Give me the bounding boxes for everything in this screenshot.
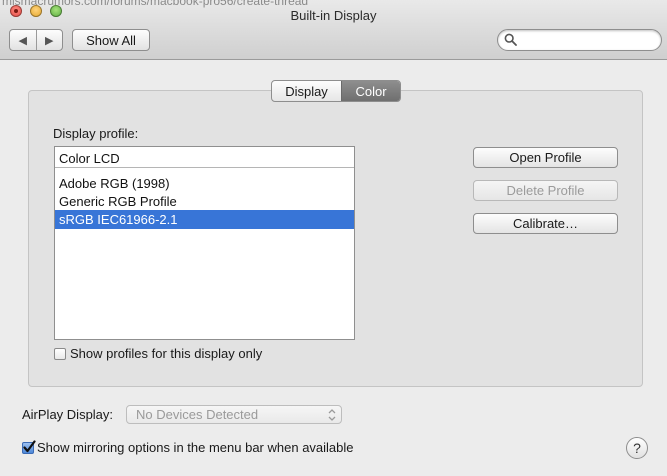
show-profiles-label: Show profiles for this display only xyxy=(70,346,263,361)
profile-list[interactable]: Color LCD Adobe RGB (1998) Generic RGB P… xyxy=(54,146,355,340)
back-forward-control: ◀ ▶ xyxy=(9,29,63,51)
open-profile-button[interactable]: Open Profile xyxy=(473,147,618,168)
calibrate-button[interactable]: Calibrate… xyxy=(473,213,618,234)
list-item[interactable]: Color LCD xyxy=(55,149,354,168)
mirroring-option[interactable]: Show mirroring options in the menu bar w… xyxy=(22,439,354,455)
left-arrow-icon: ◀ xyxy=(18,34,27,47)
right-arrow-icon: ▶ xyxy=(45,34,54,47)
list-item[interactable]: Generic RGB Profile xyxy=(55,192,354,211)
window-title: Built-in Display xyxy=(290,8,377,23)
tab-display[interactable]: Display xyxy=(272,81,341,101)
search-icon xyxy=(504,33,517,46)
mirroring-label: Show mirroring options in the menu bar w… xyxy=(37,440,354,455)
list-item-selected[interactable]: sRGB IEC61966-2.1 xyxy=(55,210,354,229)
search-field[interactable] xyxy=(497,29,662,51)
show-profiles-option[interactable]: Show profiles for this display only xyxy=(54,346,262,361)
back-button[interactable]: ◀ xyxy=(10,30,36,50)
airplay-display-label: AirPlay Display: xyxy=(22,407,114,422)
tab-bar: Display Color xyxy=(271,80,401,102)
airplay-display-value: No Devices Detected xyxy=(136,407,259,422)
background-window-url: mismacrumors.com/forums/macbook-pro56/cr… xyxy=(2,0,309,8)
title-bar: mismacrumors.com/forums/macbook-pro56/cr… xyxy=(0,0,667,60)
checkmark-icon xyxy=(23,439,36,452)
tab-color[interactable]: Color xyxy=(341,81,400,101)
forward-button[interactable]: ▶ xyxy=(35,30,63,50)
popup-arrows-icon xyxy=(328,409,336,421)
help-button[interactable]: ? xyxy=(626,437,648,459)
show-all-button[interactable]: Show All xyxy=(72,29,150,51)
airplay-display-popup[interactable]: No Devices Detected xyxy=(126,405,342,424)
display-profile-label: Display profile: xyxy=(53,126,139,141)
list-item[interactable]: Adobe RGB (1998) xyxy=(55,174,354,193)
delete-profile-button[interactable]: Delete Profile xyxy=(473,180,618,201)
show-profiles-checkbox[interactable] xyxy=(54,347,66,360)
mirroring-checkbox[interactable] xyxy=(22,439,36,454)
